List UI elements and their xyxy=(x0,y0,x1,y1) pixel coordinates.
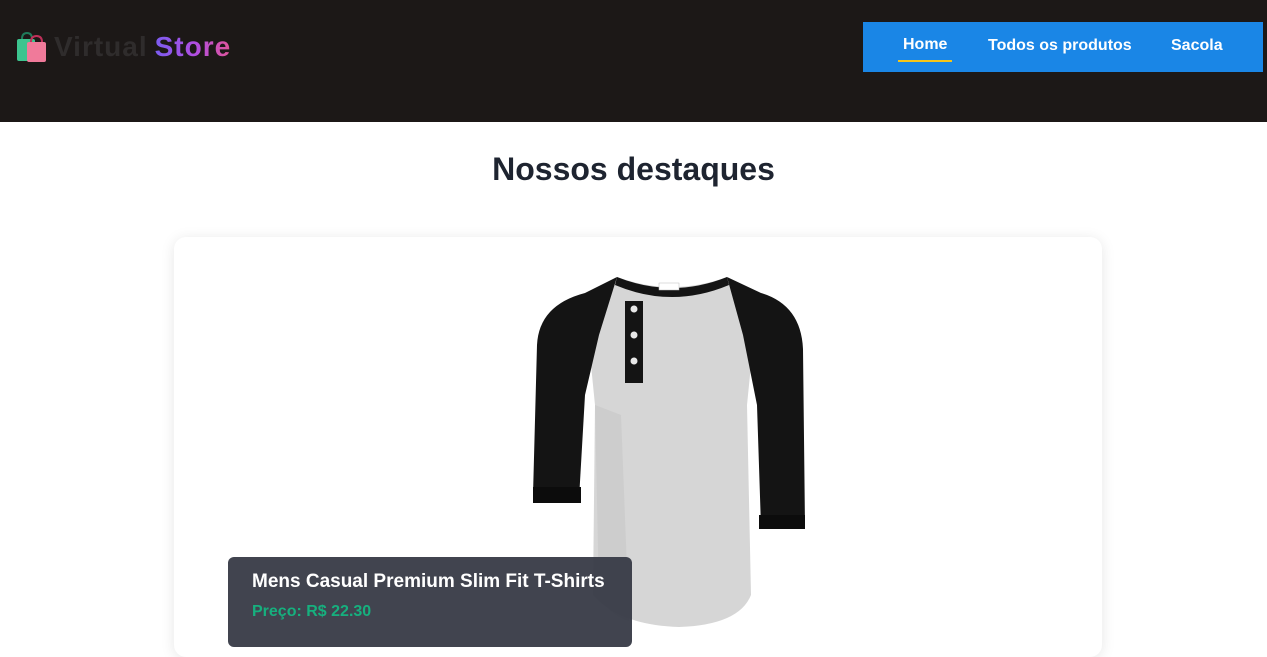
product-info-overlay: Mens Casual Premium Slim Fit T-Shirts Pr… xyxy=(228,557,632,647)
site-header: Virtual Store Home Todos os produtos Sac… xyxy=(0,0,1267,122)
logo-text-virtual: Virtual xyxy=(54,31,148,62)
main-nav: Home Todos os produtos Sacola xyxy=(863,22,1263,72)
shopping-bags-icon xyxy=(17,31,46,62)
page-title: Nossos destaques xyxy=(492,151,775,187)
featured-product-card[interactable]: Mens Casual Premium Slim Fit T-Shirts Pr… xyxy=(174,237,1102,657)
nav-bag[interactable]: Sacola xyxy=(1171,22,1223,72)
logo-text-store: Store xyxy=(154,31,232,62)
nav-home[interactable]: Home xyxy=(897,22,953,72)
product-name[interactable]: Mens Casual Premium Slim Fit T-Shirts xyxy=(252,571,608,593)
logo[interactable]: Virtual Store xyxy=(14,30,231,64)
nav-all-products[interactable]: Todos os produtos xyxy=(988,22,1132,72)
product-price: Preço: R$ 22.30 xyxy=(252,603,372,620)
